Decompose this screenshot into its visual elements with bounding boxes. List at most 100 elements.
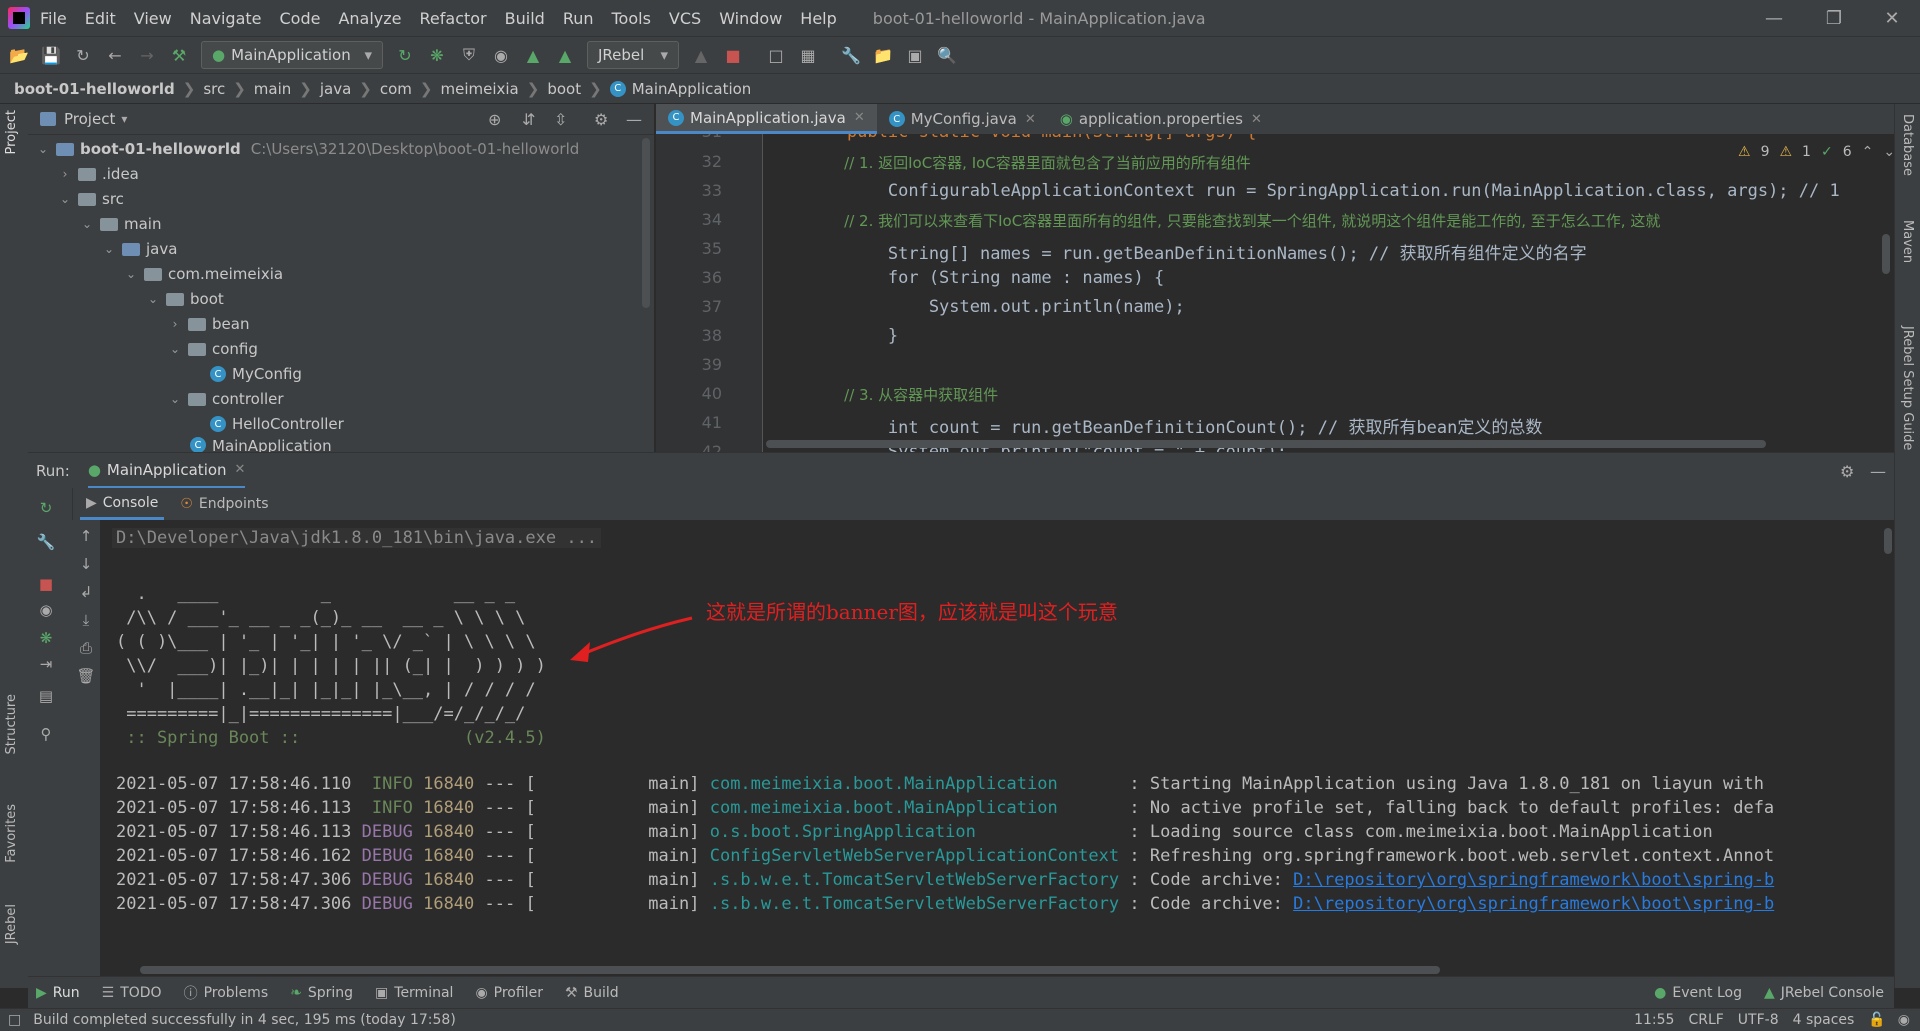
caret-position[interactable]: 11:55 [1634,1012,1674,1028]
project-panel-title[interactable]: Project [64,110,115,128]
tool-profiler[interactable]: ◉ Profiler [475,985,543,1001]
tool-todo[interactable]: ☰ TODO [102,985,162,1001]
menu-edit[interactable]: Edit [85,9,116,28]
tab-mainapplication[interactable]: C MainApplication.java ✕ [656,104,877,134]
crumb-main[interactable]: main [254,80,291,98]
console-hscrollbar[interactable] [140,966,1440,974]
project-tool-button[interactable]: Project [4,110,19,154]
arrow-up-icon[interactable]: ↑ [76,526,96,546]
tree-item-idea[interactable]: › .idea [58,162,139,186]
structure-tool-button[interactable]: Structure [4,694,19,754]
soft-wrap-icon[interactable]: ↲ [76,582,96,602]
search-icon[interactable]: 🔍 [934,42,960,68]
sync-icon[interactable]: ↻ [70,42,96,68]
tree-item-src[interactable]: ⌄ src [58,187,124,211]
tab-console[interactable]: ▶ Console [80,488,165,520]
crumb-src[interactable]: src [203,80,225,98]
menu-code[interactable]: Code [280,9,321,28]
back-icon[interactable]: ← [102,42,128,68]
code-editor[interactable]: 31 32 33 34 35 36 37 38 39 40 41 42 publ… [656,134,1894,452]
tool-event-log[interactable]: ● Event Log [1654,985,1742,1001]
editor-hscrollbar[interactable] [766,440,1766,448]
tab-application-properties[interactable]: ◉ application.properties ✕ [1048,104,1274,134]
chevron-down-icon[interactable]: ⌄ [1883,144,1894,160]
coverage-window-icon[interactable]: □ [763,42,789,68]
close-window-icon[interactable]: ✕ [1864,0,1920,36]
menu-view[interactable]: View [134,9,172,28]
log-file-link[interactable]: D:\repository\org\springframework\boot\s… [1293,870,1774,890]
debug-icon[interactable]: ❋ [424,42,450,68]
chevron-down-icon[interactable]: ▾ [121,112,127,126]
close-tab-icon[interactable]: ✕ [1251,112,1262,127]
tree-item-mainapplication[interactable]: C MainApplication [190,437,332,452]
menu-tools[interactable]: Tools [612,9,651,28]
jrebel-run-icon[interactable]: ▲ [520,42,546,68]
restore-icon[interactable]: ❐ [1806,0,1862,36]
run-tab-mainapplication[interactable]: ● MainApplication ✕ [87,453,246,489]
menu-vcs[interactable]: VCS [669,9,701,28]
close-tab-icon[interactable]: ✕ [235,462,246,477]
project-scrollbar[interactable] [642,138,650,308]
editor-vscrollbar[interactable] [1882,234,1890,274]
trash-icon[interactable]: 🗑 [76,666,96,686]
terminal-window-icon[interactable]: ▣ [902,42,928,68]
tree-item-config[interactable]: ⌄ config [168,337,258,361]
tool-problems[interactable]: ⓘ Problems [184,983,269,1003]
status-window-icon[interactable]: □ [8,1012,21,1028]
settings-wrench-icon[interactable]: 🔧 [838,42,864,68]
tree-item-hellocontroller[interactable]: C HelloController [210,412,344,436]
tool-jrebel-console[interactable]: ▲ JRebel Console [1764,985,1884,1001]
hide-panel-icon[interactable]: — [626,110,642,129]
database-tool-button[interactable]: Database [1900,114,1915,176]
minimize-icon[interactable]: — [1746,0,1802,36]
lock-icon[interactable]: 🔓 [1868,1012,1885,1028]
tab-endpoints[interactable]: ☉ Endpoints [180,496,268,512]
crumb-com[interactable]: com [380,80,412,98]
close-tab-icon[interactable]: ✕ [1025,112,1036,127]
jrebel-tool-button[interactable]: JRebel [4,904,19,944]
layout-icon[interactable]: ▤ [36,686,56,706]
tool-build[interactable]: ⚒ Build [565,985,619,1001]
attach-icon[interactable]: ▲ [688,42,714,68]
favorites-tool-button[interactable]: Favorites [4,804,19,863]
build-hammer-icon[interactable]: ⚒ [166,42,192,68]
menu-window[interactable]: Window [719,9,782,28]
menu-run[interactable]: Run [563,9,594,28]
tree-item-java[interactable]: ⌄ java [102,237,177,261]
stop-icon[interactable]: ■ [36,574,56,594]
forward-icon[interactable]: → [134,42,160,68]
crumb-mainapplication[interactable]: MainApplication [632,80,752,98]
menu-build[interactable]: Build [505,9,545,28]
coverage-icon[interactable]: ⛨ [456,42,482,68]
rerun-icon[interactable]: ↻ [36,498,56,518]
expand-all-icon[interactable]: ⇵ [522,110,535,129]
jrebel-select[interactable]: JRebel ▾ [587,41,679,69]
menu-analyze[interactable]: Analyze [338,9,401,28]
crumb-boot[interactable]: boot [547,80,581,98]
collapse-all-icon[interactable]: ⇳ [554,110,567,129]
menu-navigate[interactable]: Navigate [190,9,262,28]
project-structure-icon[interactable]: ▦ [795,42,821,68]
camera-icon[interactable]: ◉ [36,600,56,620]
chevron-up-icon[interactable]: ⌃ [1862,144,1874,160]
gear-icon[interactable]: ⚙ [594,110,608,129]
tool-run[interactable]: ▶ Run [36,985,80,1001]
project-folder-icon[interactable]: 📁 [870,42,896,68]
file-encoding[interactable]: UTF-8 [1738,1012,1779,1028]
scroll-to-end-icon[interactable]: ⤓ [76,610,96,630]
crumb-meimeixia[interactable]: meimeixia [441,80,519,98]
exit-icon[interactable]: ⇥ [36,654,56,674]
tree-item-root[interactable]: ⌄ boot-01-helloworld C:\Users\32120\Desk… [36,137,579,161]
console-vscrollbar[interactable] [1884,528,1892,554]
save-icon[interactable]: 💾 [38,42,64,68]
log-file-link[interactable]: D:\repository\org\springframework\boot\s… [1293,894,1774,914]
menu-file[interactable]: File [40,9,67,28]
locate-icon[interactable]: ⊕ [488,110,501,129]
profile-icon[interactable]: ◉ [488,42,514,68]
hide-panel-icon[interactable]: — [1870,462,1886,481]
gear-icon[interactable]: ⚙ [1840,462,1854,481]
tree-item-controller[interactable]: ⌄ controller [168,387,284,411]
tool-spring[interactable]: ❧ Spring [290,985,353,1001]
stop-icon[interactable]: ■ [720,42,746,68]
tree-item-main[interactable]: ⌄ main [80,212,162,236]
